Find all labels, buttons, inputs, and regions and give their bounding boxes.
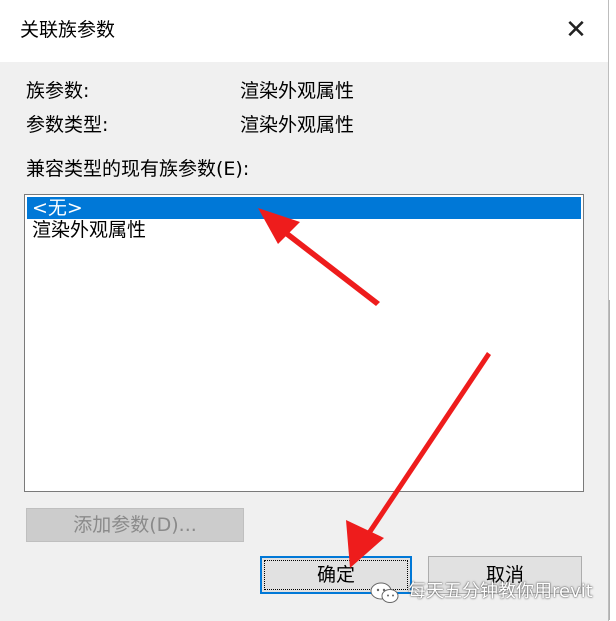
close-icon: ✕ [565, 15, 587, 45]
parameter-type-value: 渲染外观属性 [240, 114, 355, 136]
watermark-text: 每天五分钟教你用revit [408, 581, 593, 602]
close-button[interactable]: ✕ [560, 14, 592, 46]
list-item-render-appearance[interactable]: 渲染外观属性 [27, 219, 581, 241]
existing-family-parameters-listbox[interactable]: <无> 渲染外观属性 [24, 194, 584, 492]
family-parameter-label: 族参数: [26, 80, 90, 102]
title-bar: 关联族参数 ✕ [0, 0, 608, 62]
watermark: 每天五分钟教你用revit [368, 576, 608, 608]
associate-family-parameter-dialog: 关联族参数 ✕ 族参数: 渲染外观属性 参数类型: 渲染外观属性 兼容类型的现有… [0, 0, 609, 621]
background-edge [609, 300, 610, 620]
add-parameter-button[interactable]: 添加参数(D)... [26, 508, 244, 542]
family-parameter-value: 渲染外观属性 [240, 80, 355, 102]
existing-family-parameters-label: 兼容类型的现有族参数(E): [26, 158, 250, 180]
wechat-icon [370, 582, 399, 603]
list-item-none[interactable]: <无> [27, 197, 581, 219]
dialog-title: 关联族参数 [20, 19, 116, 41]
parameter-type-label: 参数类型: [26, 114, 109, 136]
